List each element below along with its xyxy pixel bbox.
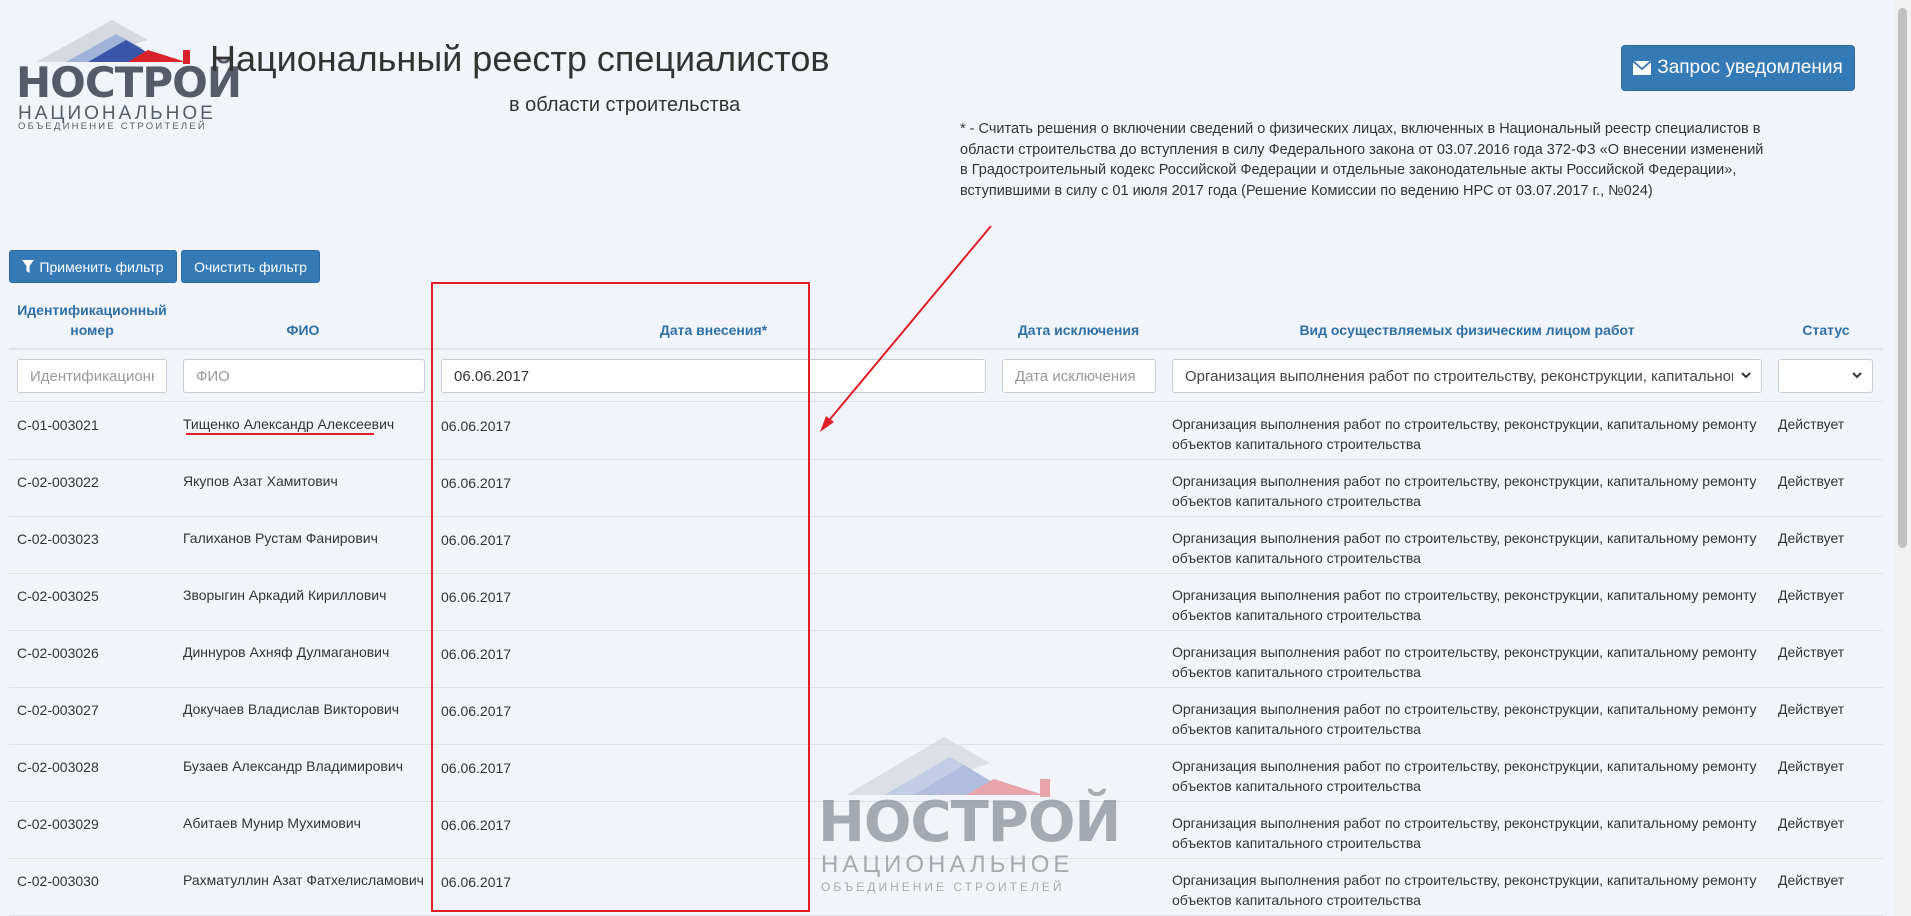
cell-work-type: Организация выполнения работ по строител…: [1172, 872, 1757, 908]
header-status[interactable]: Статус: [1778, 320, 1874, 340]
cell-status: Действует: [1778, 758, 1845, 774]
apply-filter-button[interactable]: Применить фильтр: [9, 250, 177, 283]
cell-id: С-02-003030: [17, 873, 99, 889]
filter-status-select[interactable]: [1778, 359, 1873, 393]
table-row[interactable]: С-02-003022 Якупов Азат Хамитович 06.06.…: [9, 459, 1883, 517]
apply-filter-label: Применить фильтр: [39, 258, 164, 275]
filter-work-type-select[interactable]: Организация выполнения работ по строител…: [1172, 359, 1762, 393]
header-id-line1: Идентификационный: [17, 302, 167, 318]
cell-work-type: Организация выполнения работ по строител…: [1172, 644, 1757, 680]
envelope-icon: [1633, 61, 1652, 75]
cell-name[interactable]: Бузаев Александр Владимирович: [183, 756, 403, 776]
cell-name[interactable]: Диннуров Ахняф Дулмаганович: [183, 642, 389, 662]
cell-status: Действует: [1778, 473, 1845, 489]
cell-status: Действует: [1778, 701, 1845, 717]
cell-status: Действует: [1778, 815, 1845, 831]
logo-wordmark: НОСТРОЙ: [16, 58, 242, 107]
cell-work-type: Организация выполнения работ по строител…: [1172, 758, 1757, 794]
cell-name[interactable]: Зворыгин Аркадий Кириллович: [183, 585, 386, 605]
table-row[interactable]: С-02-003025 Зворыгин Аркадий Кириллович …: [9, 573, 1883, 631]
filter-icon: [22, 260, 35, 273]
cell-status: Действует: [1778, 872, 1845, 888]
cell-status: Действует: [1778, 587, 1845, 603]
request-notification-button[interactable]: Запрос уведомления: [1621, 45, 1855, 91]
filter-date-excluded-input[interactable]: [1002, 359, 1156, 393]
header-name[interactable]: ФИО: [183, 320, 423, 340]
page-title: Национальный реестр специалистов: [210, 38, 830, 79]
cell-id: С-02-003023: [17, 531, 99, 547]
page-scrollbar[interactable]: [1894, 0, 1911, 916]
watermark-flag-icon: [846, 737, 1050, 797]
watermark-logo: НОСТРОЙ НАЦИОНАЛЬНОЕ ОБЪЕДИНЕНИЕ СТРОИТЕ…: [818, 735, 1121, 895]
cell-name[interactable]: Галиханов Рустам Фанирович: [183, 528, 378, 548]
filter-name-input[interactable]: [183, 359, 425, 393]
request-notification-label: Запрос уведомления: [1657, 57, 1843, 78]
logo-line2: ОБЪЕДИНЕНИЕ СТРОИТЕЛЕЙ: [18, 121, 207, 132]
cell-id: С-02-003028: [17, 759, 99, 775]
annotation-date-highlight-box: [431, 282, 810, 912]
scrollbar-thumb[interactable]: [1898, 8, 1907, 548]
header-id-line2: номер: [70, 322, 114, 338]
header-date-excluded[interactable]: Дата исключения: [1002, 320, 1155, 340]
cell-name[interactable]: Якупов Азат Хамитович: [183, 471, 338, 491]
nostroy-logo: НОСТРОЙ НАЦИОНАЛЬНОЕ ОБЪЕДИНЕНИЕ СТРОИТЕ…: [16, 18, 242, 131]
filter-id-input[interactable]: [17, 359, 167, 393]
cell-work-type: Организация выполнения работ по строител…: [1172, 530, 1757, 566]
watermark-line2: ОБЪЕДИНЕНИЕ СТРОИТЕЛЕЙ: [821, 880, 1065, 894]
cell-id: С-02-003022: [17, 474, 99, 490]
header-work-type[interactable]: Вид осуществляемых физическим лицом рабо…: [1172, 320, 1762, 340]
cell-name[interactable]: Рахматуллин Азат Фатхелисламович: [183, 870, 424, 890]
cell-id: С-02-003025: [17, 588, 99, 604]
cell-work-type: Организация выполнения работ по строител…: [1172, 416, 1757, 452]
cell-status: Действует: [1778, 530, 1845, 546]
cell-name[interactable]: Тищенко Александр Алексеевич: [183, 414, 394, 434]
table-row[interactable]: С-02-003023 Галиханов Рустам Фанирович 0…: [9, 516, 1883, 574]
cell-name[interactable]: Абитаев Мунир Мухимович: [183, 813, 361, 833]
cell-work-type: Организация выполнения работ по строител…: [1172, 815, 1757, 851]
filter-work-type-value: Организация выполнения работ по строител…: [1185, 367, 1733, 385]
table-row[interactable]: С-02-003026 Диннуров Ахняф Дулмаганович …: [9, 630, 1883, 688]
cell-name[interactable]: Докучаев Владислав Викторович: [183, 699, 399, 719]
cell-status: Действует: [1778, 644, 1845, 660]
cell-id: С-02-003029: [17, 816, 99, 832]
registry-notice: * - Считать решения о включении сведений…: [960, 121, 1764, 199]
cell-id: С-02-003027: [17, 702, 99, 718]
clear-filter-label: Очистить фильтр: [194, 258, 307, 275]
cell-work-type: Организация выполнения работ по строител…: [1172, 473, 1757, 509]
clear-filter-button[interactable]: Очистить фильтр: [181, 250, 320, 283]
table-row[interactable]: С-01-003021 Тищенко Александр Алексеевич…: [9, 402, 1883, 460]
page-subtitle: в области строительства: [509, 94, 741, 116]
cell-work-type: Организация выполнения работ по строител…: [1172, 701, 1757, 737]
watermark-wordmark: НОСТРОЙ: [818, 790, 1121, 855]
cell-id: С-01-003021: [17, 417, 99, 433]
watermark-line1: НАЦИОНАЛЬНОЕ: [821, 851, 1074, 878]
cell-work-type: Организация выполнения работ по строител…: [1172, 587, 1757, 623]
annotation-name-underline: [186, 433, 374, 435]
header-divider: [9, 348, 1883, 350]
cell-status: Действует: [1778, 416, 1845, 432]
header-id[interactable]: Идентификационный номер: [9, 300, 175, 340]
cell-id: С-02-003026: [17, 645, 99, 661]
chevron-down-icon: [1852, 372, 1862, 379]
chevron-down-icon: [1741, 372, 1751, 379]
